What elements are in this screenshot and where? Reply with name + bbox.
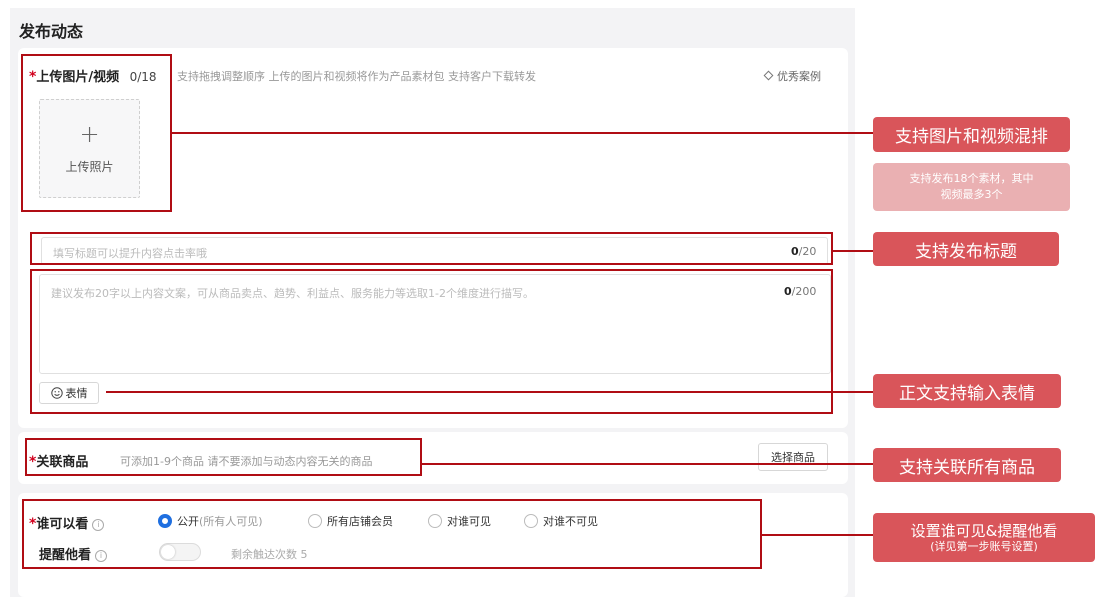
page-title: 发布动态 — [19, 22, 84, 41]
callout-mixed-media: 支持图片和视频混排 — [873, 117, 1070, 152]
annotation-line-products — [422, 463, 874, 465]
callout-visibility: 设置谁可见&提醒他看 (详见第一步账号设置) — [873, 513, 1095, 562]
callout-emoji-support: 正文支持输入表情 — [873, 374, 1061, 408]
callout-products-support: 支持关联所有商品 — [873, 448, 1061, 482]
annotation-box-media — [21, 54, 172, 212]
annotation-line-visibility — [762, 534, 874, 536]
annotation-line-media — [172, 132, 874, 134]
callout-media-limit: 支持发布18个素材，其中 视频最多3个 — [873, 163, 1070, 211]
callout-title-support: 支持发布标题 — [873, 232, 1059, 266]
diamond-icon — [763, 70, 774, 81]
annotation-box-title — [30, 232, 833, 265]
select-products-button[interactable]: 选择商品 — [758, 443, 828, 471]
annotation-box-products — [25, 438, 422, 476]
annotation-box-visibility — [22, 499, 762, 569]
examples-link[interactable]: 优秀案例 — [763, 68, 821, 84]
annotation-line-title — [833, 250, 874, 252]
media-hint: 支持拖拽调整顺序 上传的图片和视频将作为产品素材包 支持客户下载转发 — [177, 70, 536, 83]
annotation-line-emoji — [106, 391, 874, 393]
